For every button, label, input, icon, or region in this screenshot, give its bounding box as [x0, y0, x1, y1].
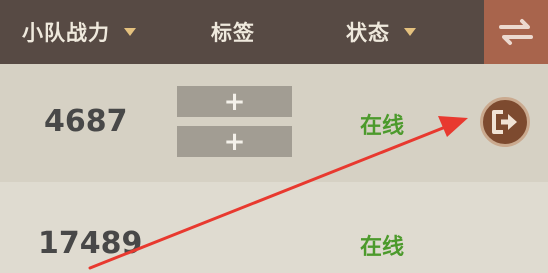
arrow-head	[438, 116, 468, 137]
annotation-arrow	[88, 116, 468, 270]
arrow-shaft	[88, 124, 450, 270]
